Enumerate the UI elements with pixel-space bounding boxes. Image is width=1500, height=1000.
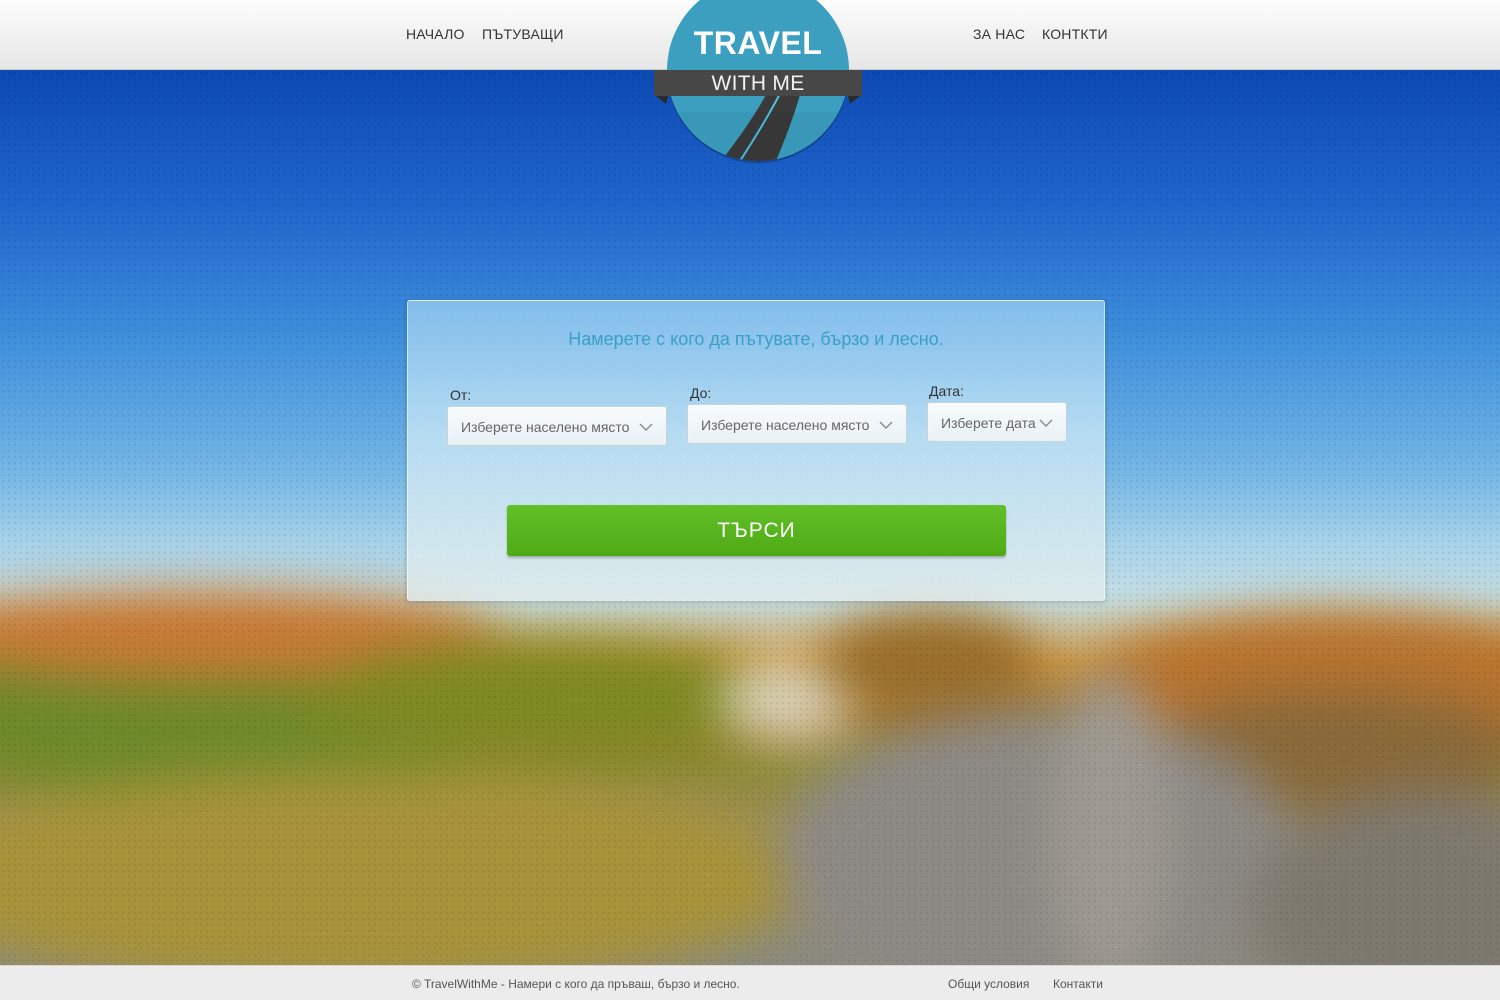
date-label: Дата: [929, 383, 964, 399]
date-select-value: Изберете дата [941, 415, 1036, 431]
logo-title: TRAVEL [693, 25, 823, 61]
site-logo[interactable]: TRAVEL WITH ME [654, 0, 862, 165]
footer-copyright: © TravelWithMe - Намери с кого да пръваш… [412, 977, 740, 991]
to-select[interactable]: Изберете населено място [687, 404, 907, 444]
footer-link-terms[interactable]: Общи условия [948, 977, 1029, 991]
chevron-down-icon [1039, 419, 1053, 427]
search-panel: Намерете с кого да пътувате, бързо и лес… [407, 300, 1105, 601]
logo-subtitle: WITH ME [711, 72, 805, 95]
footer: © TravelWithMe - Намери с кого да пръваш… [0, 965, 1500, 1000]
nav-link-about[interactable]: ЗА НАС [973, 26, 1025, 42]
date-select[interactable]: Изберете дата [927, 402, 1067, 442]
from-select[interactable]: Изберете населено място [447, 406, 667, 446]
chevron-down-icon [639, 423, 653, 431]
nav-link-contacts[interactable]: КОНТКТИ [1042, 26, 1108, 42]
nav-link-home[interactable]: НАЧАЛО [406, 26, 465, 42]
to-label: До: [690, 385, 712, 401]
search-panel-title: Намерете с кого да пътувате, бързо и лес… [568, 329, 944, 349]
search-button[interactable]: ТЪРСИ [507, 505, 1006, 556]
chevron-down-icon [879, 421, 893, 429]
to-select-value: Изберете населено място [701, 417, 870, 433]
nav-link-travelers[interactable]: ПЪТУВАЩИ [482, 26, 564, 42]
footer-link-contacts[interactable]: Контакти [1053, 977, 1103, 991]
from-select-value: Изберете населено място [461, 419, 630, 435]
from-label: От: [450, 387, 472, 403]
